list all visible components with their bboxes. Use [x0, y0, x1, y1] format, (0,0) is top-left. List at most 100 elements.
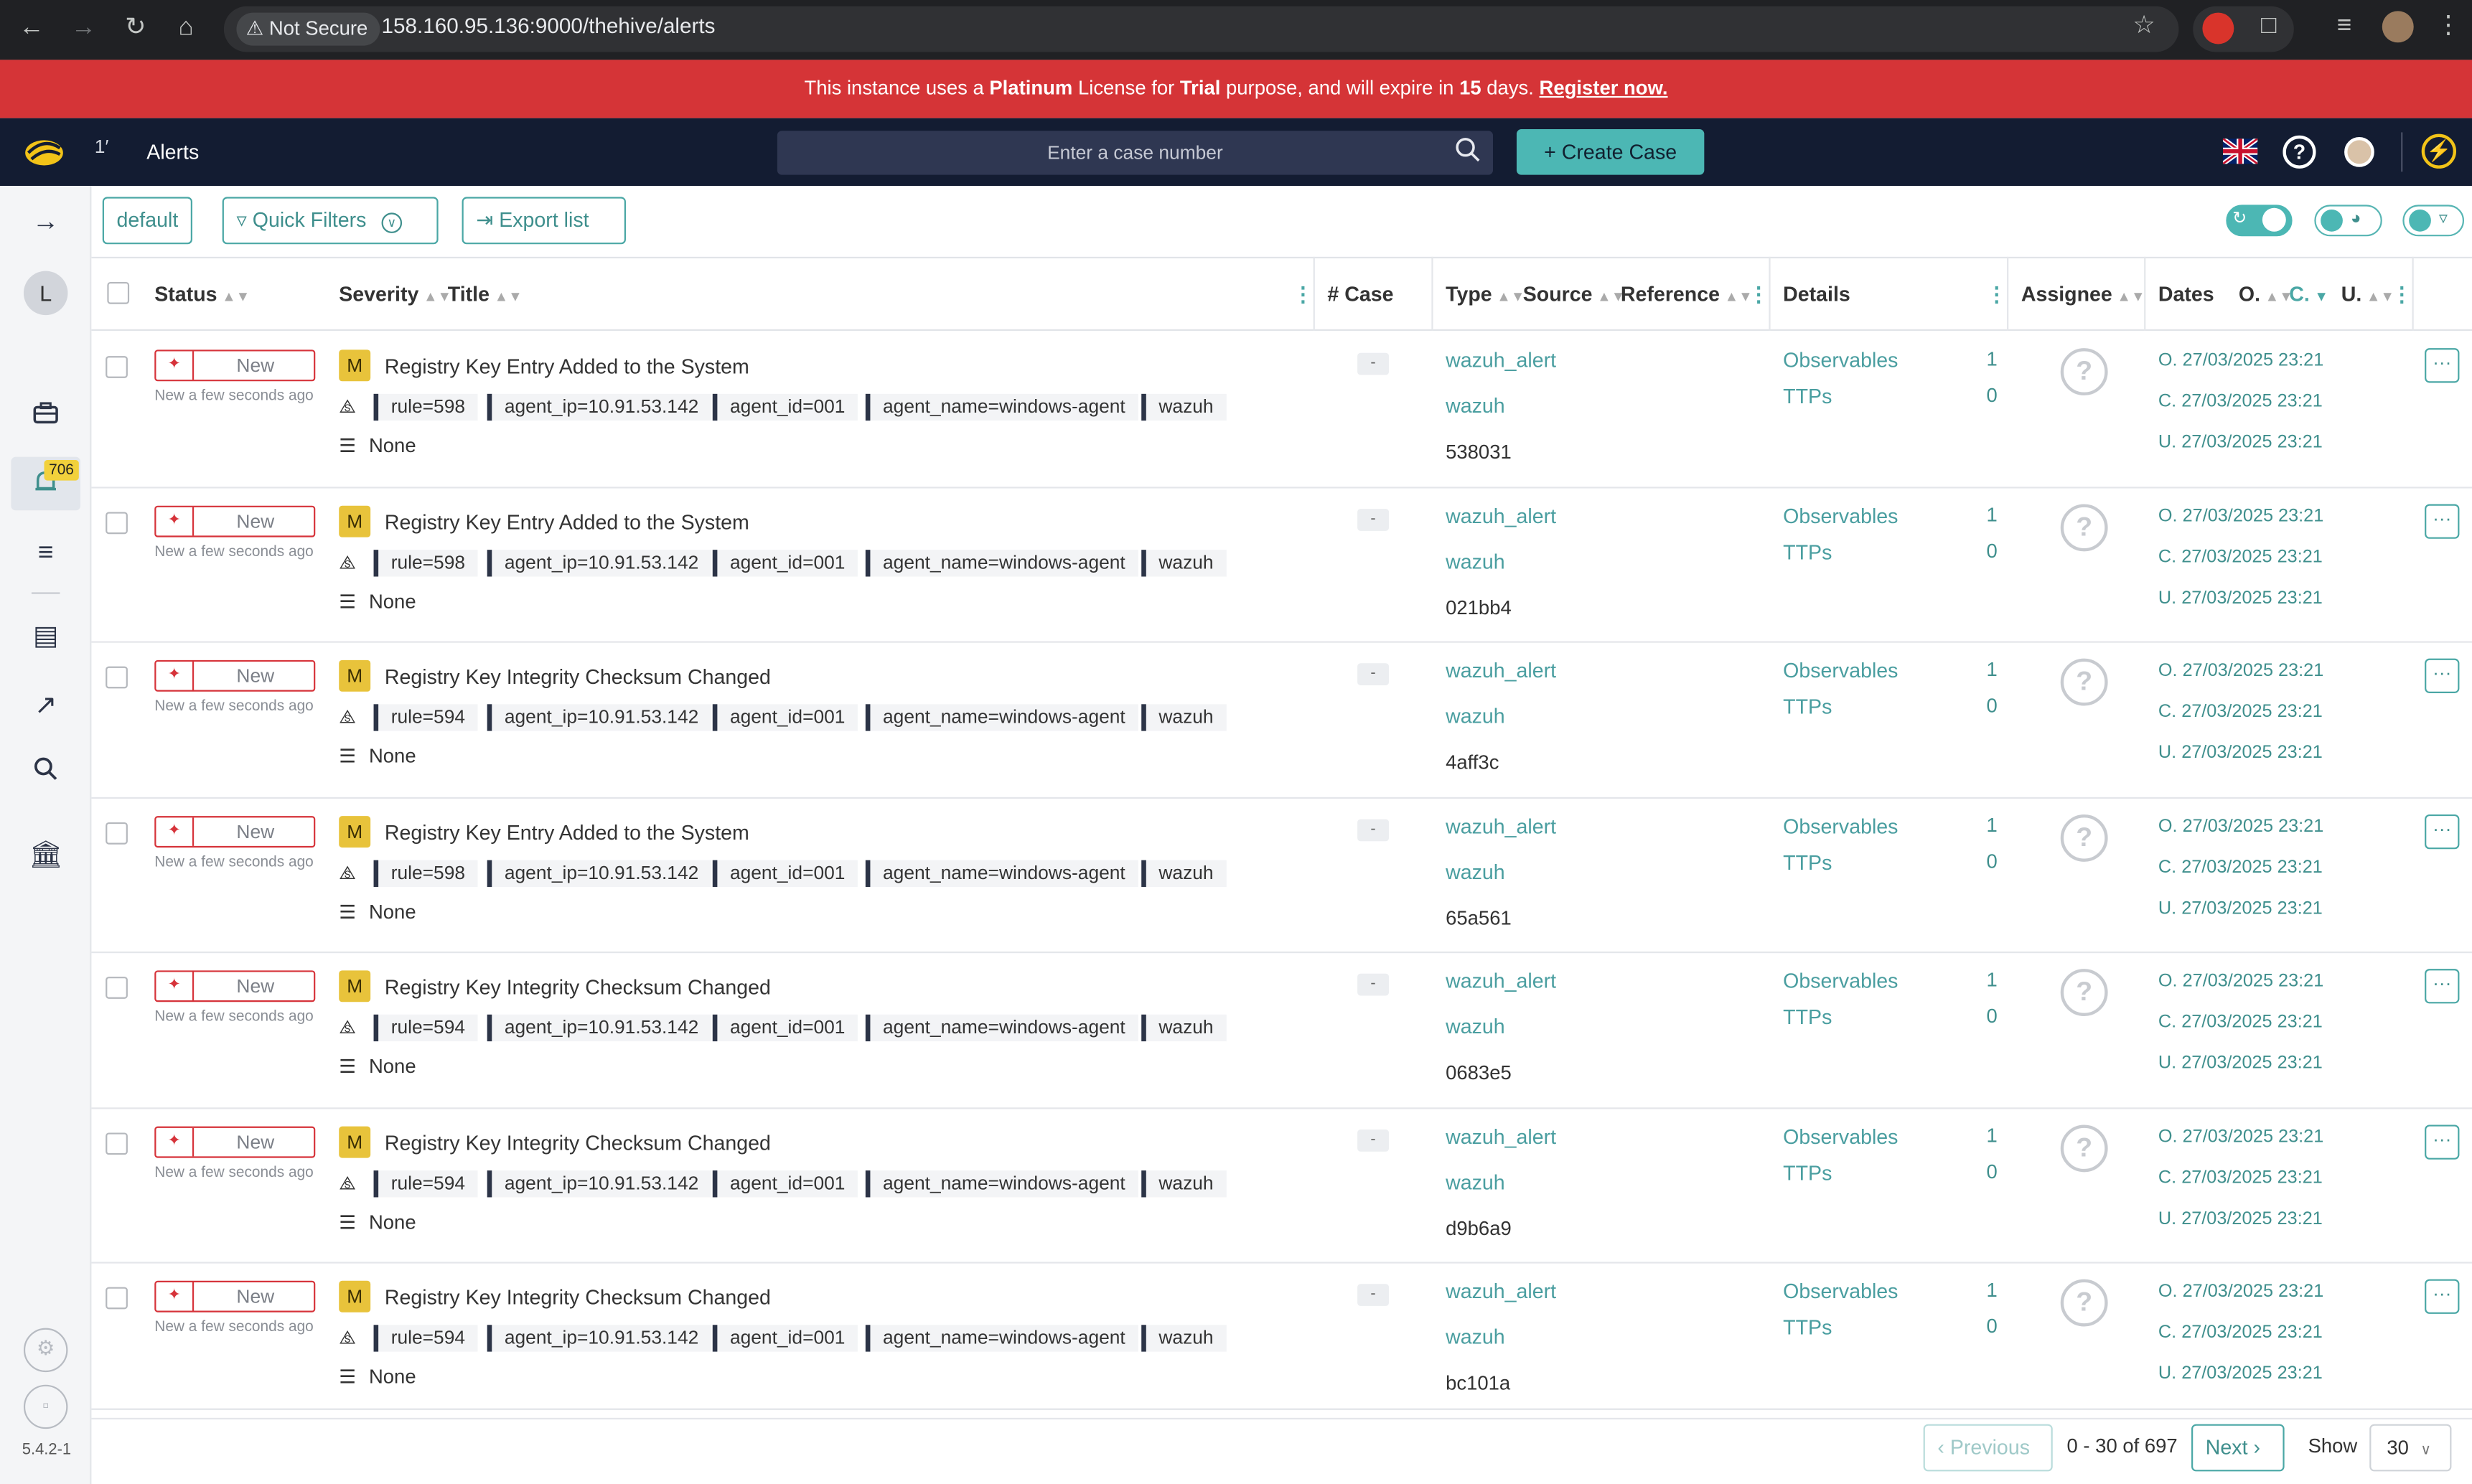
observables-link[interactable]: Observables [1783, 1124, 1898, 1147]
column-options-icon[interactable]: ⋮ [2392, 282, 2412, 307]
uk-flag-icon[interactable] [2221, 136, 2260, 166]
alert-tag[interactable]: agent_name=windows-agent [865, 704, 1138, 731]
unassigned-question-icon[interactable]: ? [2060, 503, 2108, 551]
alert-tag[interactable]: rule=594 [373, 1014, 478, 1042]
alert-tag[interactable]: agent_name=windows-agent [865, 1014, 1138, 1042]
settings-gear-icon[interactable]: ⚙ [23, 1328, 68, 1373]
alert-tag[interactable]: rule=598 [373, 859, 478, 886]
column-severity[interactable]: Severity ▲▼ [339, 282, 451, 306]
ttps-link[interactable]: TTPs [1783, 540, 1832, 563]
reading-list-icon[interactable]: ≡ [2328, 11, 2360, 42]
alert-tag[interactable]: agent_name=windows-agent [865, 859, 1138, 886]
alert-tag[interactable]: agent_ip=10.91.53.142 [487, 549, 711, 576]
alert-type[interactable]: wazuh_alert [1446, 969, 1556, 992]
alert-tag[interactable]: wazuh [1141, 859, 1227, 886]
forward-icon[interactable]: → [67, 13, 99, 44]
row-checkbox[interactable] [106, 356, 128, 378]
org-avatar[interactable]: L [23, 271, 68, 316]
ttps-link[interactable]: TTPs [1783, 1160, 1832, 1184]
create-case-button[interactable]: + Create Case [1516, 129, 1705, 175]
column-details[interactable]: Details [1783, 282, 1850, 306]
search-sidebar-icon[interactable] [29, 756, 63, 791]
alert-tag[interactable]: agent_id=001 [712, 704, 858, 731]
row-checkbox[interactable] [106, 821, 128, 844]
alert-type[interactable]: wazuh_alert [1446, 1279, 1556, 1303]
ttps-link[interactable]: TTPs [1783, 385, 1832, 408]
row-actions-more-icon[interactable]: ··· [2425, 813, 2460, 849]
column-case[interactable]: # Case [1327, 282, 1393, 306]
alert-tag[interactable]: wazuh [1141, 1170, 1227, 1197]
case-number-search-input[interactable]: Enter a case number [777, 131, 1494, 175]
alert-title[interactable]: Registry Key Integrity Checksum Changed [385, 975, 771, 999]
export-list-button[interactable]: ⇥ Export list [462, 197, 626, 245]
alert-source[interactable]: wazuh [1446, 394, 1505, 418]
bookmark-star-icon[interactable]: ☆ [2128, 11, 2160, 42]
column-reference[interactable]: Reference ▲▼ [1621, 282, 1753, 306]
dashboards-chart-icon[interactable]: ↗ [29, 688, 63, 723]
column-source[interactable]: Source ▲▼ [1523, 282, 1626, 306]
auto-refresh-toggle[interactable]: ↻ [2226, 205, 2293, 237]
alert-tag[interactable]: agent_name=windows-agent [865, 1325, 1138, 1352]
previous-page-button[interactable]: ‹ Previous [1923, 1424, 2053, 1472]
row-checkbox[interactable] [106, 511, 128, 534]
alert-tag[interactable]: agent_ip=10.91.53.142 [487, 704, 711, 731]
row-checkbox[interactable] [106, 977, 128, 999]
chat-icon[interactable]: ▫ [23, 1384, 68, 1429]
alert-tag[interactable]: wazuh [1141, 393, 1227, 421]
alert-type[interactable]: wazuh_alert [1446, 1124, 1556, 1147]
row-checkbox[interactable] [106, 1287, 128, 1310]
thehive-logo-icon[interactable] [22, 132, 67, 170]
alert-title[interactable]: Registry Key Integrity Checksum Changed [385, 664, 771, 688]
cases-briefcase-icon[interactable] [29, 398, 63, 433]
column-type[interactable]: Type ▲▼ [1446, 282, 1525, 306]
quick-filters-button[interactable]: ▿ Quick Filters ∨ [222, 197, 439, 245]
unassigned-question-icon[interactable]: ? [2060, 969, 2108, 1016]
select-all-checkbox[interactable] [107, 281, 130, 304]
row-actions-more-icon[interactable]: ··· [2425, 658, 2460, 693]
column-options-icon[interactable]: ⋮ [1748, 282, 1769, 307]
alert-title[interactable]: Registry Key Integrity Checksum Changed [385, 1130, 771, 1154]
alert-tag[interactable]: wazuh [1141, 1014, 1227, 1042]
alert-tag[interactable]: agent_ip=10.91.53.142 [487, 1325, 711, 1352]
lightning-icon[interactable]: ⚡ [2421, 133, 2457, 169]
alert-tag[interactable]: wazuh [1141, 549, 1227, 576]
status-badge[interactable]: ✦ New [154, 815, 316, 847]
puzzle-extensions-icon[interactable]: □ [2253, 11, 2285, 42]
observables-link[interactable]: Observables [1783, 969, 1898, 992]
alert-title[interactable]: Registry Key Entry Added to the System [385, 509, 749, 533]
column-date-updated[interactable]: U. ▲▼ [2341, 282, 2394, 306]
status-badge[interactable]: ✦ New [154, 349, 316, 382]
back-icon[interactable]: ← [16, 13, 47, 44]
filters-panel-toggle[interactable]: ▿ [2402, 205, 2465, 237]
row-actions-more-icon[interactable]: ··· [2425, 503, 2460, 538]
alert-type[interactable]: wazuh_alert [1446, 814, 1556, 837]
alert-title[interactable]: Registry Key Entry Added to the System [385, 354, 749, 378]
unassigned-question-icon[interactable]: ? [2060, 1124, 2108, 1172]
alert-title[interactable]: Registry Key Entry Added to the System [385, 820, 749, 844]
extension-shield-icon[interactable] [2202, 12, 2234, 44]
alert-source[interactable]: wazuh [1446, 860, 1505, 883]
ttps-link[interactable]: TTPs [1783, 1315, 1832, 1339]
alert-tag[interactable]: agent_name=windows-agent [865, 393, 1138, 421]
alert-tag[interactable]: wazuh [1141, 1325, 1227, 1352]
url-text[interactable]: 158.160.95.136:9000/thehive/alerts [382, 14, 716, 38]
status-badge[interactable]: ✦ New [154, 970, 316, 1002]
alert-tag[interactable]: agent_id=001 [712, 393, 858, 421]
unassigned-question-icon[interactable]: ? [2060, 658, 2108, 706]
row-actions-more-icon[interactable]: ··· [2425, 1124, 2460, 1159]
alert-tag[interactable]: agent_id=001 [712, 1014, 858, 1042]
page-size-select[interactable]: 30 ∨ [2369, 1424, 2452, 1472]
alert-source[interactable]: wazuh [1446, 1325, 1505, 1348]
column-options-icon[interactable]: ⋮ [1293, 282, 1314, 307]
status-badge[interactable]: ✦ New [154, 1125, 316, 1157]
alert-tag[interactable]: agent_id=001 [712, 859, 858, 886]
alert-tag[interactable]: agent_name=windows-agent [865, 1170, 1138, 1197]
alert-tag[interactable]: rule=598 [373, 549, 478, 576]
observables-link[interactable]: Observables [1783, 1279, 1898, 1303]
alert-tag[interactable]: rule=598 [373, 393, 478, 421]
filter-preset-button[interactable]: default [102, 197, 193, 245]
view-mode-toggle[interactable]: ◕ [2314, 205, 2382, 237]
search-icon[interactable] [1453, 136, 1485, 167]
alert-tag[interactable]: rule=594 [373, 704, 478, 731]
help-icon[interactable]: ? [2283, 135, 2316, 169]
